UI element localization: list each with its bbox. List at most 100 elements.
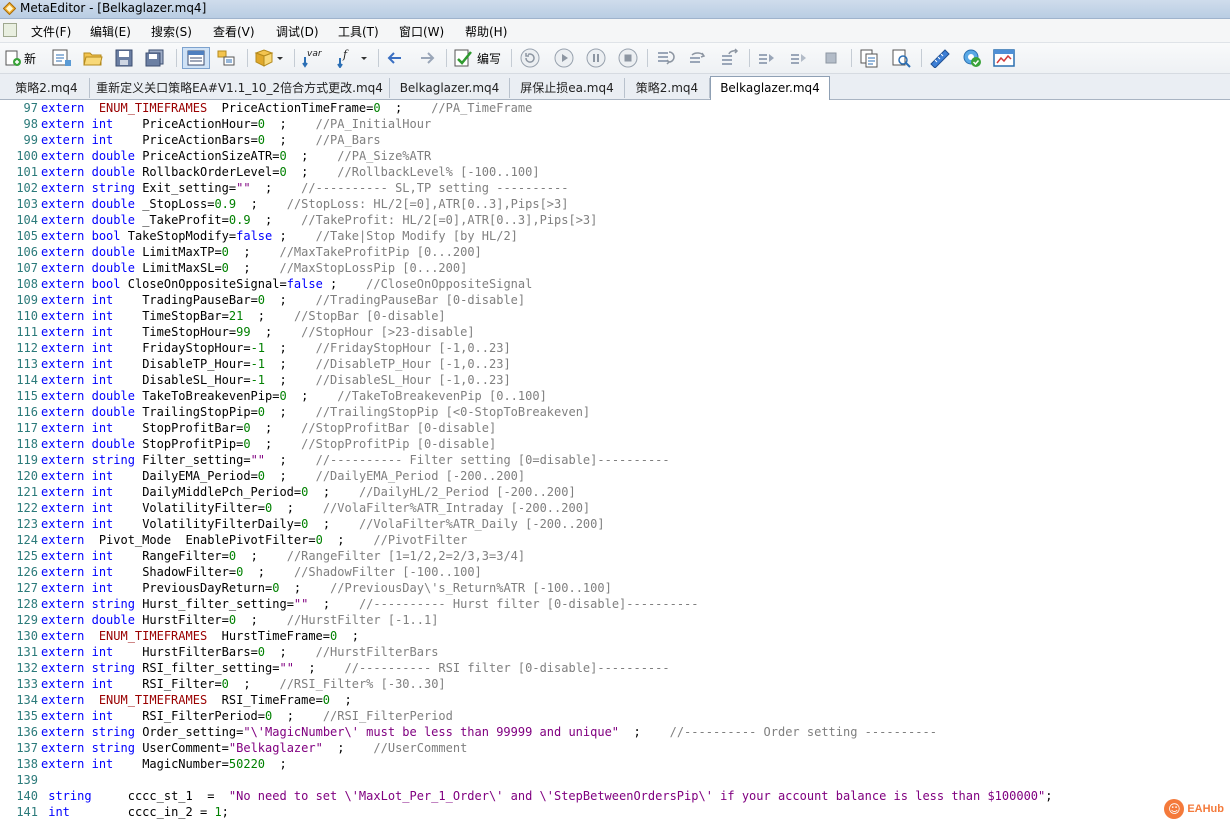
code-line[interactable]: extern string Filter_setting="" ; //----…	[41, 452, 670, 468]
step-out-button[interactable]	[719, 47, 741, 69]
code-line[interactable]: extern double LimitMaxTP=0 ; //MaxTakePr…	[41, 244, 482, 260]
find-in-files-button[interactable]	[891, 47, 911, 69]
tab-belkaglazer-active[interactable]: Belkaglazer.mq4	[710, 76, 830, 100]
tab-redefined-gate-strategy-ea[interactable]: 重新定义关口策略EA#V1.1_10_2倍合方式更改.mq4	[90, 78, 390, 98]
code-line[interactable]: extern int ShadowFilter=0 ; //ShadowFilt…	[41, 564, 482, 580]
punct-token: ;	[228, 245, 280, 259]
code-line[interactable]: extern Pivot_Mode EnablePivotFilter=0 ; …	[41, 532, 467, 548]
new-template-button[interactable]	[50, 47, 72, 69]
pause-debug-button[interactable]	[585, 47, 607, 69]
code-line[interactable]: extern string Exit_setting="" ; //------…	[41, 180, 568, 196]
step-over-button[interactable]	[687, 47, 709, 69]
menu-help[interactable]: 帮助(H)	[465, 23, 507, 40]
menu-window[interactable]: 窗口(W)	[399, 23, 444, 40]
code-line[interactable]: extern double HurstFilter=0 ; //HurstFil…	[41, 612, 438, 628]
code-line[interactable]: extern int StopProfitBar=0 ; //StopProfi…	[41, 420, 496, 436]
code-line[interactable]: extern double _StopLoss=0.9 ; //StopLoss…	[41, 196, 568, 212]
code-line[interactable]: extern string Hurst_filter_setting="" ; …	[41, 596, 699, 612]
identifier-token: DailyEMA_Period	[142, 469, 251, 483]
insert-function-button[interactable]: f	[336, 47, 370, 69]
insert-variable-button[interactable]: var	[302, 47, 326, 69]
code-line[interactable]: extern double _TakeProfit=0.9 ; //TakePr…	[41, 212, 597, 228]
code-line[interactable]: extern int DisableSL_Hour=-1 ; //Disable…	[41, 372, 511, 388]
code-line[interactable]: extern double StopProfitPip=0 ; //StopPr…	[41, 436, 496, 452]
punct-token	[84, 597, 91, 611]
new-button[interactable]: 新	[4, 47, 36, 69]
code-line[interactable]: extern int RSI_FilterPeriod=0 ; //RSI_Fi…	[41, 708, 453, 724]
copy-document-button[interactable]	[859, 47, 879, 69]
step-into-button[interactable]	[655, 47, 677, 69]
code-line[interactable]: extern string RSI_filter_setting="" ; //…	[41, 660, 670, 676]
folder-icon	[83, 52, 103, 66]
code-line[interactable]: extern int TradingPauseBar=0 ; //Trading…	[41, 292, 525, 308]
code-line[interactable]: extern int DailyMiddlePch_Period=0 ; //D…	[41, 484, 576, 500]
code-line[interactable]: extern int DailyEMA_Period=0 ; //DailyEM…	[41, 468, 525, 484]
mdi-document-icon[interactable]	[3, 23, 17, 37]
restart-button[interactable]	[519, 47, 541, 69]
forward-button[interactable]	[417, 47, 437, 69]
code-line[interactable]: string cccc_st_1 = "No need to set \'Max…	[41, 788, 1052, 804]
keyword-token: extern	[41, 501, 85, 515]
code-line[interactable]: extern int TimeStopBar=21 ; //StopBar [0…	[41, 308, 446, 324]
code-line[interactable]: extern ENUM_TIMEFRAMES HurstTimeFrame=0 …	[41, 628, 359, 644]
code-line[interactable]: extern bool CloseOnOppositeSignal=false …	[41, 276, 532, 292]
menu-edit[interactable]: 编辑(E)	[90, 23, 131, 40]
code-line[interactable]: int cccc_in_2 = 1;	[41, 804, 229, 820]
menu-view[interactable]: 查看(V)	[213, 23, 255, 40]
save-button[interactable]	[115, 47, 133, 69]
keyword-token: int	[91, 325, 114, 339]
code-line[interactable]: extern int RangeFilter=0 ; //RangeFilter…	[41, 548, 525, 564]
code-line[interactable]: extern double TakeToBreakevenPip=0 ; //T…	[41, 388, 547, 404]
tab-strategy2[interactable]: 策略2.mq4	[4, 78, 90, 98]
navigator-toggle-button[interactable]	[182, 47, 210, 69]
code-editor[interactable]: 97 extern ENUM_TIMEFRAMES PriceActionTime…	[0, 100, 1230, 821]
menu-tools[interactable]: 工具(T)	[338, 23, 379, 40]
code-line[interactable]: extern int VolatilityFilterDaily=0 ; //V…	[41, 516, 605, 532]
code-line[interactable]: extern string Order_setting="\'MagicNumb…	[41, 724, 937, 740]
code-line[interactable]: extern int TimeStopHour=99 ; //StopHour …	[41, 324, 475, 340]
profile-button[interactable]	[757, 47, 777, 69]
menu-search[interactable]: 搜索(S)	[151, 23, 192, 40]
code-line[interactable]: extern int VolatilityFilter=0 ; //VolaFi…	[41, 500, 590, 516]
code-line[interactable]: extern bool TakeStopModify=false ; //Tak…	[41, 228, 518, 244]
code-line[interactable]: extern int HurstFilterBars=0 ; //HurstFi…	[41, 644, 438, 660]
save-all-button[interactable]	[145, 47, 165, 69]
code-line[interactable]: extern double TrailingStopPip=0 ; //Trai…	[41, 404, 590, 420]
punct-token	[84, 693, 98, 707]
styler-dropdown-button[interactable]	[254, 47, 284, 69]
stop-debug-button[interactable]	[617, 47, 639, 69]
ruler-button[interactable]	[929, 47, 951, 69]
code-line[interactable]: extern int RSI_Filter=0 ; //RSI_Filter% …	[41, 676, 446, 692]
code-line[interactable]: extern ENUM_TIMEFRAMES PriceActionTimeFr…	[41, 100, 532, 116]
code-line[interactable]: extern int PreviousDayReturn=0 ; //Previ…	[41, 580, 612, 596]
code-line[interactable]: extern double RollbackOrderLevel=0 ; //R…	[41, 164, 540, 180]
line-number: 122	[16, 501, 38, 515]
back-button[interactable]	[385, 47, 405, 69]
tab-strategy2-second[interactable]: 策略2.mq4	[625, 78, 710, 98]
start-debug-button[interactable]	[553, 47, 575, 69]
code-line[interactable]: extern string UserComment="Belkaglazer" …	[41, 740, 467, 756]
punct-token: ;	[265, 341, 316, 355]
line-number: 121	[16, 485, 38, 499]
code-line[interactable]: extern double LimitMaxSL=0 ; //MaxStopLo…	[41, 260, 467, 276]
code-line[interactable]: extern double PriceActionSizeATR=0 ; //P…	[41, 148, 431, 164]
code-line[interactable]: extern int MagicNumber=50220 ;	[41, 756, 287, 772]
breakpoint-button[interactable]	[821, 47, 841, 69]
keyword-token: double	[91, 261, 135, 275]
compile-button[interactable]: 编写	[453, 47, 501, 69]
menu-file[interactable]: 文件(F)	[31, 23, 71, 40]
number-token: 0	[257, 405, 266, 419]
code-line[interactable]: extern int FridayStopHour=-1 ; //FridayS…	[41, 340, 511, 356]
add-watch-button[interactable]	[789, 47, 809, 69]
open-button[interactable]	[83, 47, 103, 69]
settings-shield-button[interactable]	[961, 47, 983, 69]
menu-debug[interactable]: 调试(D)	[276, 23, 319, 40]
code-line[interactable]: extern int DisableTP_Hour=-1 ; //Disable…	[41, 356, 511, 372]
tab-belkaglazer[interactable]: Belkaglazer.mq4	[390, 78, 510, 98]
tab-screensaver-stoploss-ea[interactable]: 屏保止损ea.mq4	[510, 78, 625, 98]
code-line[interactable]: extern int PriceActionHour=0 ; //PA_Init…	[41, 116, 431, 132]
toolbox-toggle-button[interactable]	[216, 47, 236, 69]
code-line[interactable]: extern ENUM_TIMEFRAMES RSI_TimeFrame=0 ;	[41, 692, 352, 708]
code-line[interactable]: extern int PriceActionBars=0 ; //PA_Bars	[41, 132, 381, 148]
terminal-button[interactable]	[993, 47, 1015, 69]
